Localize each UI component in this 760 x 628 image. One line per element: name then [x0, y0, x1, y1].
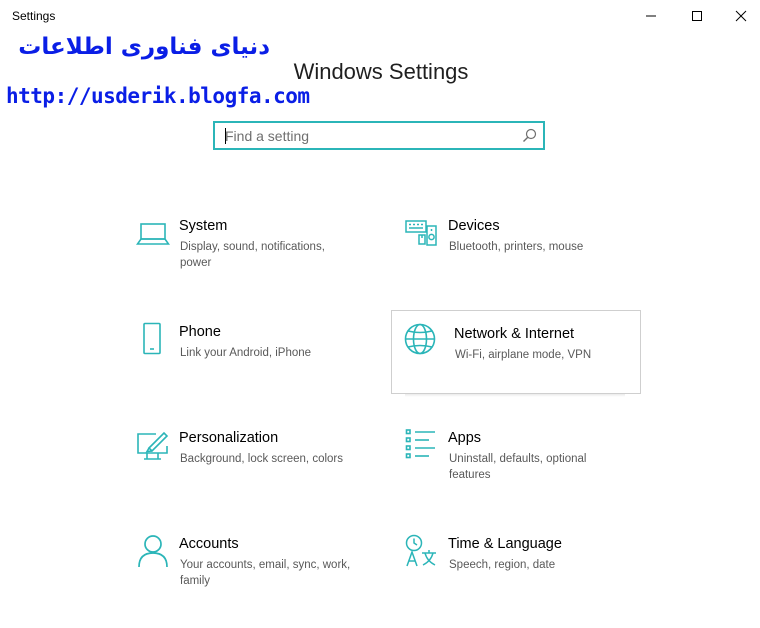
category-description: Speech, region, date — [449, 559, 556, 571]
category-description: Wi-Fi, airplane mode, VPN — [455, 349, 592, 361]
category-description: Display, sound, notifications, power — [180, 241, 325, 269]
person-icon — [138, 535, 168, 568]
page-title: Windows Settings — [293, 59, 469, 84]
category-description: Bluetooth, printers, mouse — [449, 241, 584, 253]
category-name: Time & Language — [448, 536, 562, 552]
maximize-icon — [692, 11, 702, 21]
category-time-language[interactable]: Time & Language Speech, region, date — [393, 524, 643, 608]
category-network-internet[interactable]: Network & Internet Wi-Fi, airplane mode,… — [391, 310, 641, 394]
close-button[interactable] — [718, 0, 760, 32]
watermark-url: http://usderik.blogfa.com — [6, 84, 310, 108]
category-personalization[interactable]: Personalization Background, lock screen,… — [124, 418, 374, 502]
category-name: System — [179, 218, 228, 234]
title-bar: Settings — [0, 0, 760, 32]
category-name: Phone — [179, 324, 221, 340]
minimize-button[interactable] — [628, 0, 674, 32]
search-icon[interactable] — [522, 128, 537, 143]
minimize-icon — [646, 15, 656, 17]
category-apps[interactable]: Apps Uninstall, defaults, optional featu… — [393, 418, 643, 502]
window-title: Settings — [12, 9, 56, 23]
category-description: Link your Android, iPhone — [180, 347, 312, 359]
watermark-persian-text: دنیای فناوری اطلاعات — [18, 34, 270, 60]
category-description: Background, lock screen, colors — [180, 453, 343, 465]
category-name: Personalization — [179, 430, 279, 446]
globe-icon — [404, 323, 436, 355]
text-caret — [225, 128, 226, 144]
category-name: Devices — [448, 218, 500, 234]
category-devices[interactable]: Devices Bluetooth, printers, mouse — [393, 206, 643, 290]
search-box[interactable] — [213, 121, 545, 150]
tile-hover-shadow — [405, 394, 625, 397]
category-description: Uninstall, defaults, optional features — [449, 453, 587, 481]
devices-icon — [405, 220, 437, 246]
laptop-icon — [136, 223, 170, 245]
phone-icon — [143, 322, 161, 355]
category-name: Network & Internet — [454, 326, 575, 342]
maximize-button[interactable] — [674, 0, 720, 32]
category-name: Apps — [448, 430, 482, 446]
category-description: Your accounts, email, sync, work, family — [180, 559, 351, 587]
category-system[interactable]: System Display, sound, notifications, po… — [124, 206, 374, 290]
category-phone[interactable]: Phone Link your Android, iPhone — [124, 312, 374, 396]
category-accounts[interactable]: Accounts Your accounts, email, sync, wor… — [124, 524, 374, 608]
apps-list-icon — [405, 429, 435, 459]
paint-icon — [137, 431, 169, 460]
category-name: Accounts — [179, 536, 239, 552]
time-language-icon — [405, 534, 436, 567]
search-input[interactable] — [215, 123, 515, 148]
close-icon — [735, 10, 747, 22]
